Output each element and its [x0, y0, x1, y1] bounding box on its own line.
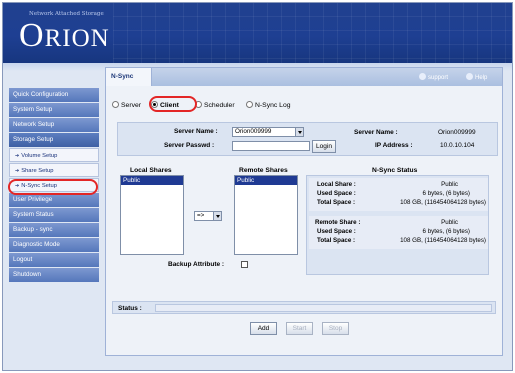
sidebar-item-system-setup[interactable]: System Setup — [9, 103, 99, 117]
radio-scheduler[interactable]: Scheduler — [195, 101, 235, 109]
sidebar-item-label: Volume Setup — [21, 153, 58, 159]
remote-used-row: Used Space :6 bytes, (6 bytes) — [317, 228, 470, 235]
status-bar: Status : — [112, 301, 496, 314]
remote-shares-list[interactable]: Public — [234, 175, 298, 255]
highlight-client — [149, 96, 197, 112]
tab-bar: N-Sync support Help — [106, 68, 502, 86]
tab-nsync[interactable]: N-Sync — [106, 68, 152, 86]
server-name-label: Server Name : — [174, 128, 218, 135]
help-link[interactable]: Help — [466, 73, 487, 81]
stop-button[interactable]: Stop — [322, 322, 349, 335]
sidebar-item-user-privilege[interactable]: User Privilege — [9, 193, 99, 207]
radio-nsync-log[interactable]: N-Sync Log — [246, 101, 291, 109]
right-server-name-label: Server Name : — [354, 129, 398, 136]
status-field — [155, 304, 492, 312]
remote-shares-header: Remote Shares — [239, 167, 288, 174]
server-login-box: Server Name : Orion009999 Server Passwd … — [117, 122, 498, 156]
add-button[interactable]: Add — [250, 322, 277, 335]
nsync-panel: N-Sync support Help Server Client Schedu… — [105, 67, 503, 356]
sidebar-item-diagnostic-mode[interactable]: Diagnostic Mode — [9, 238, 99, 252]
local-status-group: Local Share : Public Used Space :6 bytes,… — [309, 178, 488, 211]
remote-share-row: Remote Share : Public — [315, 219, 458, 226]
sidebar-item-shutdown[interactable]: Shutdown — [9, 268, 99, 282]
sidebar-item-logout[interactable]: Logout — [9, 253, 99, 267]
server-passwd-label: Server Passwd : — [164, 142, 215, 149]
local-share-row: Local Share : Public — [317, 181, 458, 188]
radio-indicator — [246, 101, 253, 108]
server-passwd-input[interactable] — [232, 141, 310, 151]
local-share-item[interactable]: Public — [121, 176, 183, 185]
support-link[interactable]: support — [419, 73, 448, 81]
chevron-down-icon[interactable] — [213, 212, 221, 220]
sidebar-item-storage-setup[interactable]: Storage Setup — [9, 133, 99, 147]
local-used-row: Used Space :6 bytes, (6 bytes) — [317, 190, 470, 197]
ip-address-label: IP Address : — [375, 142, 413, 149]
start-button[interactable]: Start — [286, 322, 313, 335]
radio-server[interactable]: Server — [112, 101, 141, 109]
sidebar-item-quick-configuration[interactable]: Quick Configuration — [9, 88, 99, 102]
local-shares-header: Local Shares — [130, 167, 172, 174]
login-button[interactable]: Login — [312, 140, 336, 153]
sidebar-item-system-status[interactable]: System Status — [9, 208, 99, 222]
highlight-nsync-setup — [8, 179, 98, 195]
direction-select[interactable]: => — [194, 211, 222, 221]
remote-total-row: Total Space :108 GB, (116454064128 bytes… — [317, 237, 486, 244]
orion-logo: ORION — [19, 17, 110, 55]
backup-attribute-label: Backup Attribute : — [168, 261, 225, 268]
logo-initial: O — [19, 17, 45, 54]
banner-pattern — [113, 3, 512, 63]
arrow-icon: ➔ — [15, 153, 20, 159]
sidebar-item-label: Share Setup — [21, 168, 54, 174]
ip-address-value: 10.0.10.104 — [440, 142, 475, 149]
backup-attribute-checkbox[interactable] — [241, 261, 248, 268]
remote-status-group: Remote Share : Public Used Space :6 bytes… — [309, 216, 488, 249]
arrow-icon: ➔ — [15, 168, 20, 174]
nsync-status-header: N-Sync Status — [372, 167, 418, 174]
sidebar-item-backup-sync[interactable]: Backup - sync — [9, 223, 99, 237]
header-banner: Network Attached Storage ORION — [3, 3, 512, 63]
remote-share-item[interactable]: Public — [235, 176, 297, 185]
nsync-status-box: Local Share : Public Used Space :6 bytes,… — [306, 175, 489, 275]
support-icon — [419, 73, 426, 80]
sidebar-item-share-setup[interactable]: ➔ Share Setup — [9, 163, 99, 177]
app-frame: Network Attached Storage ORION Quick Con… — [2, 2, 513, 371]
logo-rest: RION — [44, 25, 110, 52]
sidebar-item-volume-setup[interactable]: ➔ Volume Setup — [9, 148, 99, 162]
radio-indicator — [112, 101, 119, 108]
right-server-name-value: Orion009999 — [438, 129, 476, 136]
help-icon — [466, 73, 473, 80]
sidebar-item-network-setup[interactable]: Network Setup — [9, 118, 99, 132]
local-shares-list[interactable]: Public — [120, 175, 184, 255]
server-name-select[interactable]: Orion009999 — [232, 127, 304, 137]
local-total-row: Total Space :108 GB, (116454064128 bytes… — [317, 199, 486, 206]
chevron-down-icon[interactable] — [295, 128, 303, 136]
status-label: Status : — [118, 305, 142, 312]
